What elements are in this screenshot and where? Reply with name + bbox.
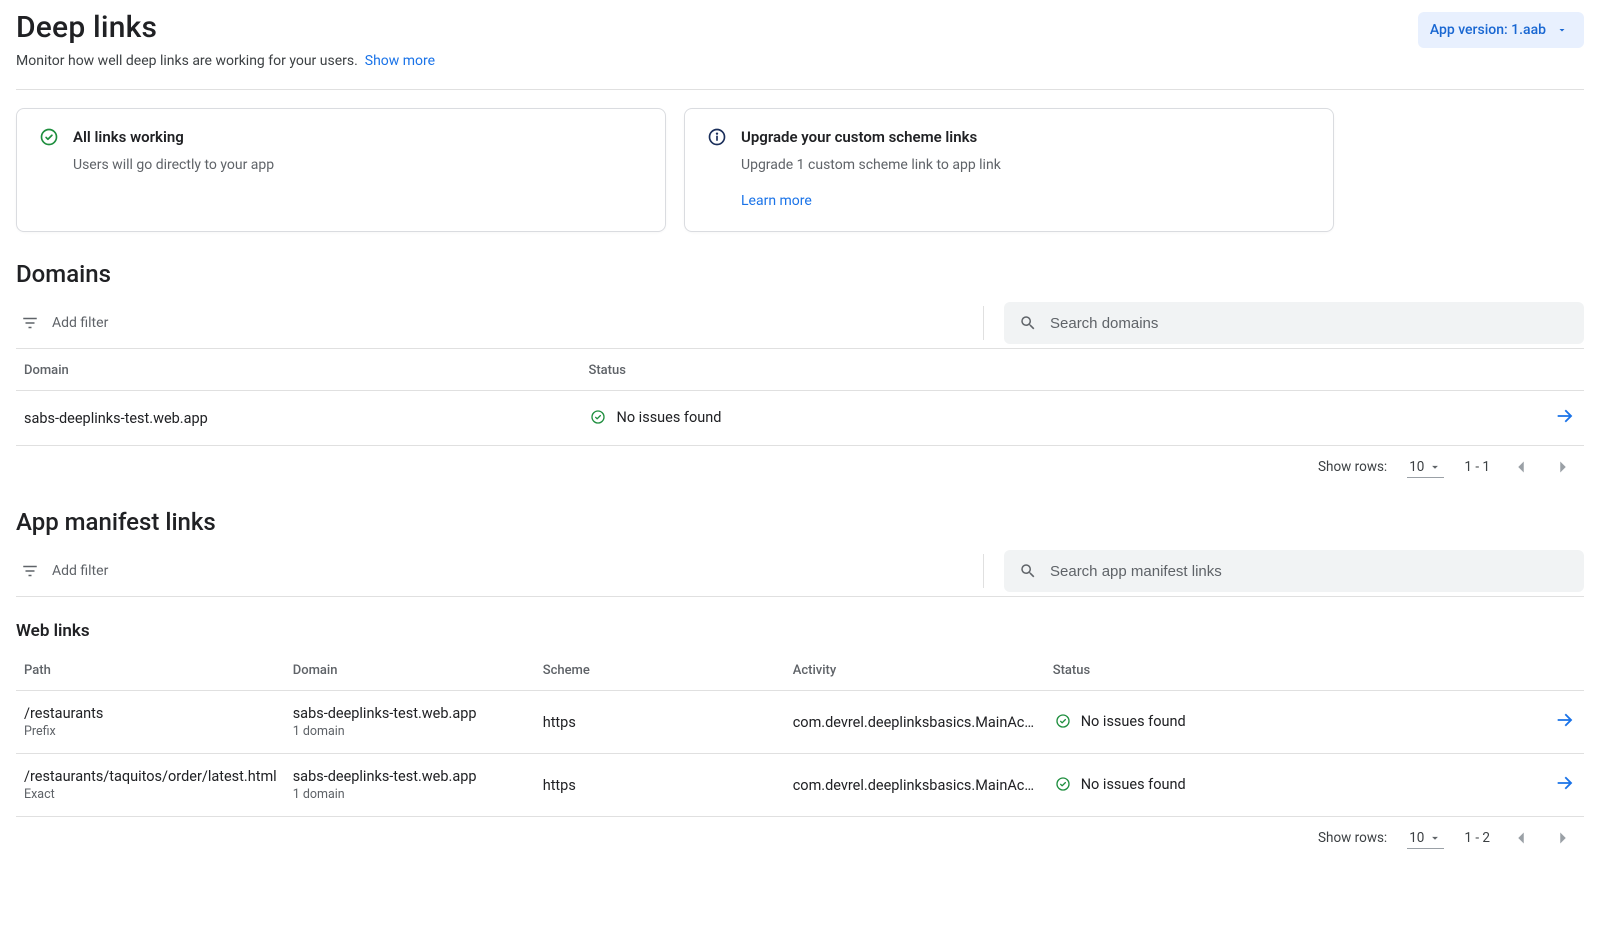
filter-icon: [20, 313, 40, 333]
col-domain: Domain: [285, 649, 535, 691]
check-circle-icon: [39, 127, 59, 147]
domains-table: Domain Status sabs-deeplinks-test.web.ap…: [16, 349, 1584, 446]
page-title: Deep links: [16, 10, 435, 45]
app-version-select[interactable]: App version: 1.aab: [1418, 12, 1584, 48]
cell-activity: com.devrel.deeplinksbasics.MainActiv…: [785, 691, 1045, 754]
page-subtitle: Monitor how well deep links are working …: [16, 53, 358, 69]
pager-show-rows-label: Show rows:: [1318, 459, 1387, 475]
cell-path: /restaurants/taquitos/order/latest.html: [24, 768, 277, 785]
cell-scheme: https: [535, 691, 785, 754]
table-row[interactable]: sabs-deeplinks-test.web.app No issues fo…: [16, 391, 1584, 446]
learn-more-link[interactable]: Learn more: [741, 193, 812, 209]
pager-rows-select[interactable]: 10: [1407, 457, 1444, 478]
pager-prev-icon[interactable]: [1510, 827, 1532, 849]
card-info-body: Upgrade 1 custom scheme link to app link: [741, 157, 1311, 173]
pager-prev-icon[interactable]: [1510, 456, 1532, 478]
card-all-links-working: All links working Users will go directly…: [16, 108, 666, 232]
add-filter-button[interactable]: Add filter: [16, 547, 112, 595]
card-upgrade-links: Upgrade your custom scheme links Upgrade…: [684, 108, 1334, 232]
cell-path-sub: Prefix: [24, 724, 277, 739]
domains-heading: Domains: [16, 260, 1584, 288]
arrow-right-icon[interactable]: [1554, 414, 1576, 431]
cell-domain-sub: 1 domain: [293, 724, 527, 739]
pager-next-icon[interactable]: [1552, 456, 1574, 478]
col-path: Path: [16, 649, 285, 691]
cell-domain: sabs-deeplinks-test.web.app: [16, 391, 580, 446]
col-domain: Domain: [16, 349, 580, 391]
cell-domain-sub: 1 domain: [293, 787, 527, 802]
add-filter-label: Add filter: [52, 315, 108, 331]
app-version-label: App version: 1.aab: [1430, 22, 1546, 38]
weblinks-heading: Web links: [16, 621, 1584, 641]
search-icon: [1018, 561, 1038, 581]
weblinks-table: Path Domain Scheme Activity Status /rest…: [16, 649, 1584, 817]
card-ok-title: All links working: [73, 128, 184, 146]
pager-range: 1 - 2: [1464, 830, 1490, 846]
show-more-link[interactable]: Show more: [365, 53, 435, 69]
info-icon: [707, 127, 727, 147]
pager-next-icon[interactable]: [1552, 827, 1574, 849]
arrow-right-icon[interactable]: [1554, 718, 1576, 735]
cell-path: /restaurants: [24, 705, 103, 722]
check-circle-icon: [1053, 774, 1073, 794]
search-domains-input[interactable]: [1048, 314, 1570, 333]
filter-icon: [20, 561, 40, 581]
cell-status: No issues found: [1081, 713, 1186, 730]
cell-scheme: https: [535, 754, 785, 817]
col-activity: Activity: [785, 649, 1045, 691]
cell-status: No issues found: [616, 409, 721, 426]
card-ok-body: Users will go directly to your app: [39, 157, 643, 173]
search-domains-box[interactable]: [1004, 302, 1584, 344]
search-manifest-box[interactable]: [1004, 550, 1584, 592]
manifest-heading: App manifest links: [16, 508, 1584, 536]
pager-rows-value: 10: [1409, 459, 1424, 475]
cell-activity: com.devrel.deeplinksbasics.MainActiv…: [785, 754, 1045, 817]
add-filter-button[interactable]: Add filter: [16, 299, 112, 347]
search-icon: [1018, 313, 1038, 333]
pager-rows-select[interactable]: 10: [1407, 828, 1444, 849]
arrow-right-icon[interactable]: [1554, 781, 1576, 798]
check-circle-icon: [588, 407, 608, 427]
search-manifest-input[interactable]: [1048, 562, 1570, 581]
table-row[interactable]: /restaurants Prefix sabs-deeplinks-test.…: [16, 691, 1584, 754]
check-circle-icon: [1053, 711, 1073, 731]
card-info-title: Upgrade your custom scheme links: [741, 128, 977, 146]
cell-path-sub: Exact: [24, 787, 277, 802]
cell-status: No issues found: [1081, 776, 1186, 793]
col-scheme: Scheme: [535, 649, 785, 691]
chevron-down-icon: [1552, 20, 1572, 40]
table-row[interactable]: /restaurants/taquitos/order/latest.html …: [16, 754, 1584, 817]
pager-show-rows-label: Show rows:: [1318, 830, 1387, 846]
cell-domain: sabs-deeplinks-test.web.app: [293, 705, 477, 722]
col-status: Status: [1045, 649, 1544, 691]
pager-rows-value: 10: [1409, 830, 1424, 846]
pager-range: 1 - 1: [1464, 459, 1490, 475]
col-status: Status: [580, 349, 1544, 391]
cell-domain: sabs-deeplinks-test.web.app: [293, 768, 477, 785]
add-filter-label: Add filter: [52, 563, 108, 579]
